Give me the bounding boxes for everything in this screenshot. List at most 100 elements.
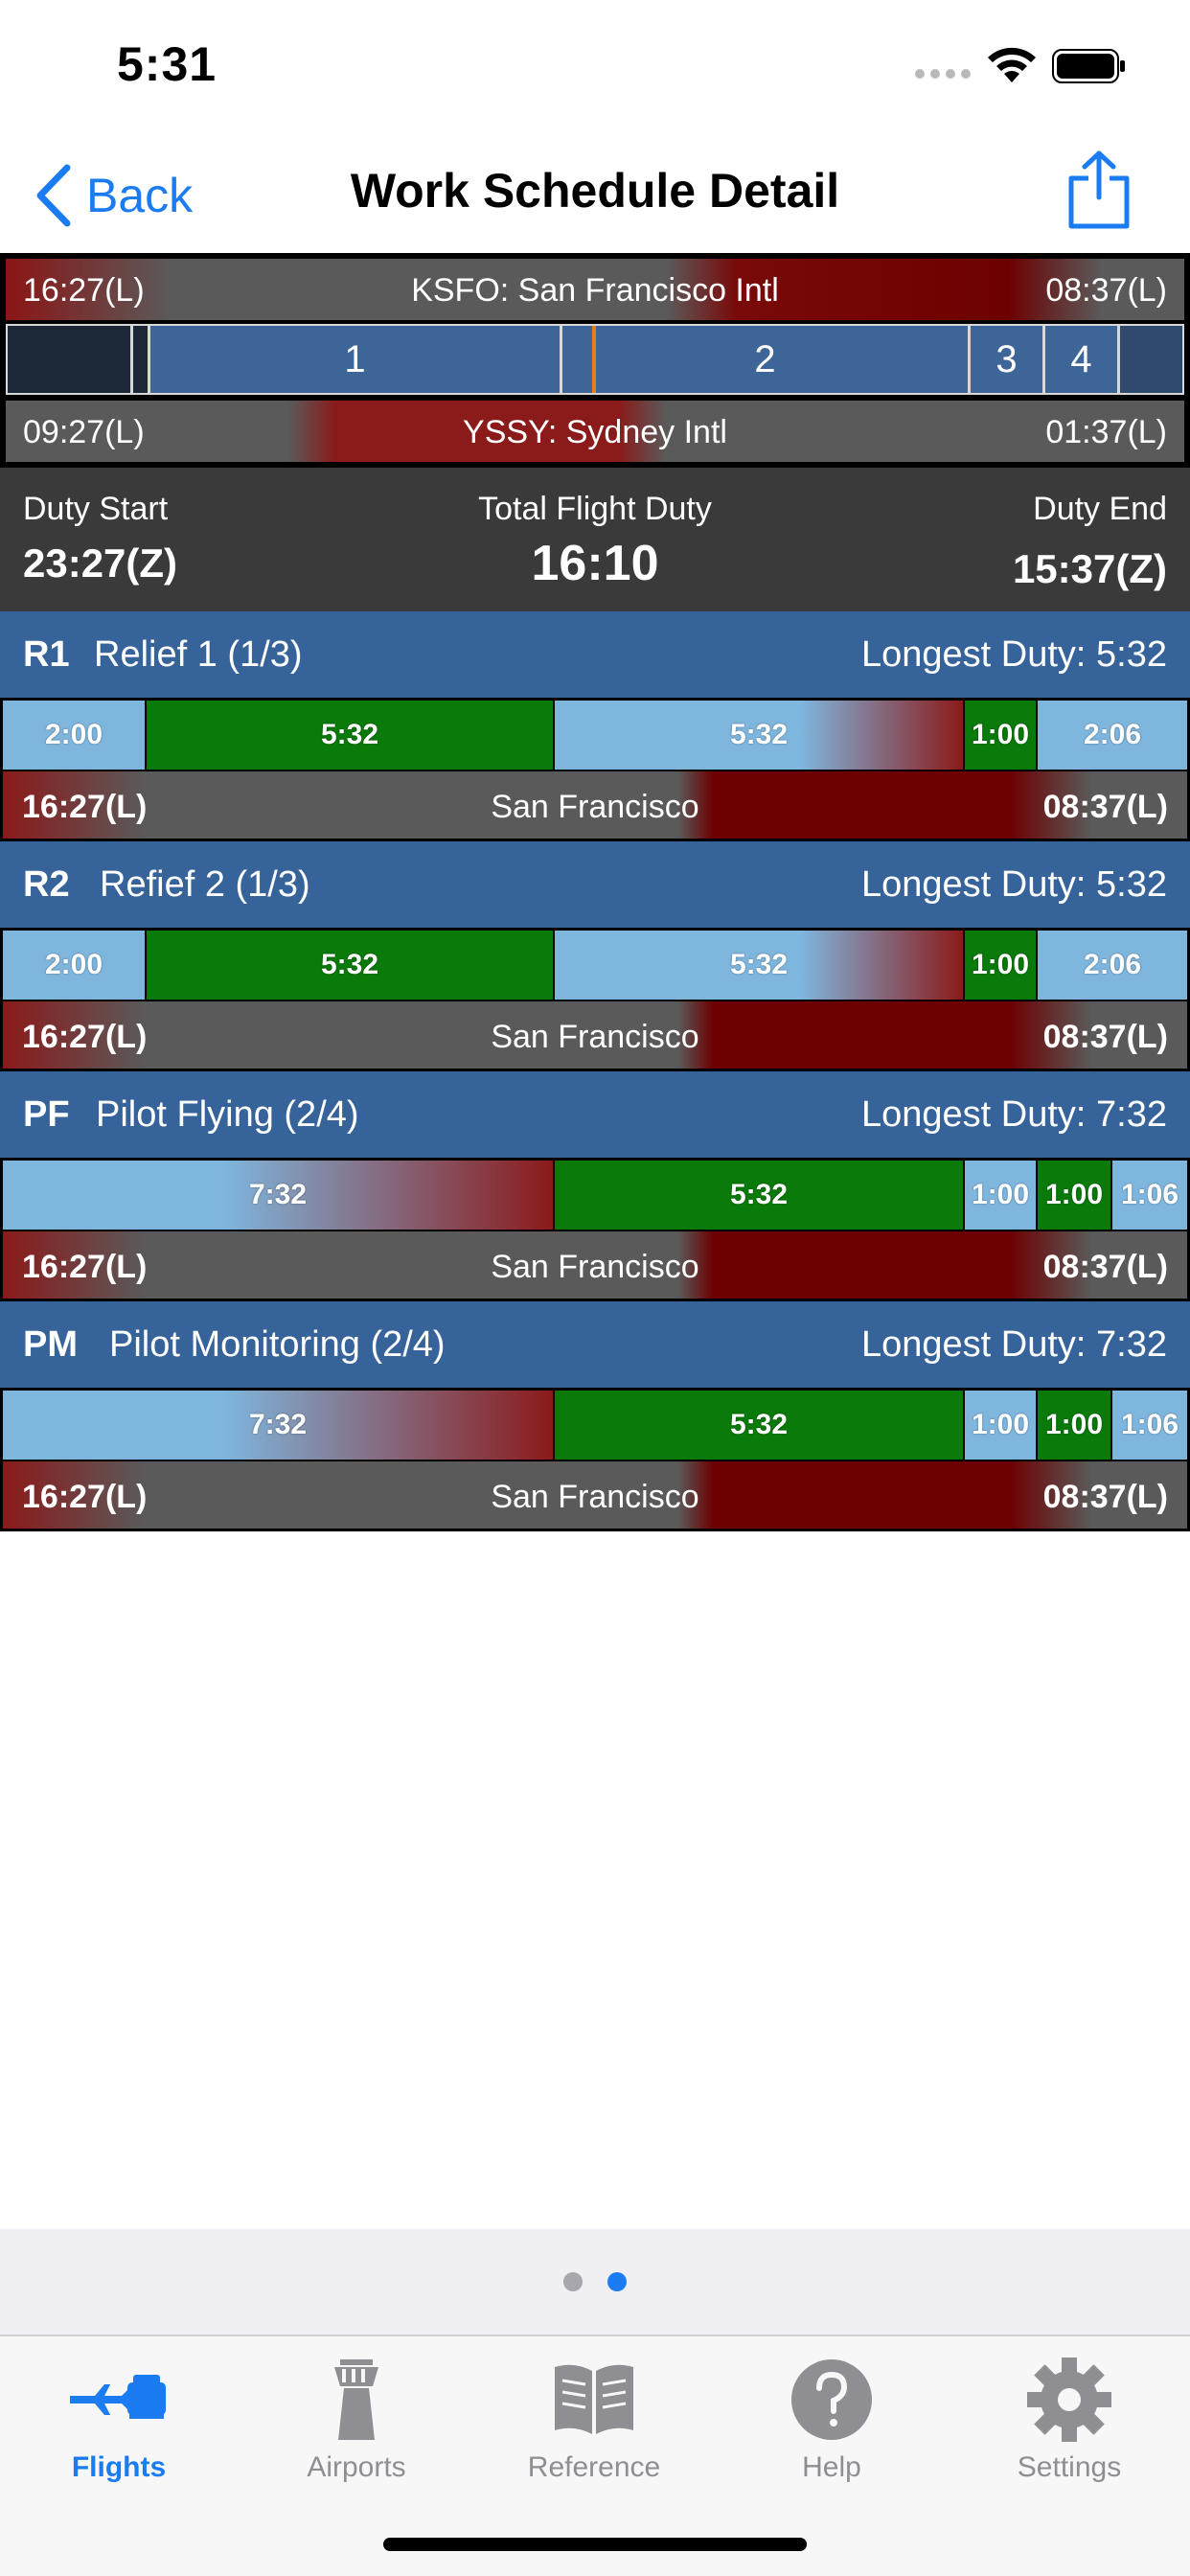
crew-code: R1 (23, 634, 70, 675)
tab-airports[interactable]: Airports (238, 2354, 475, 2497)
crew-segment: 1:00 (965, 931, 1038, 1000)
tab-flights[interactable]: Flights (0, 2354, 238, 2497)
origin-airport: KSFO: San Francisco Intl (411, 272, 779, 309)
crew-segment: 2:00 (3, 931, 147, 1000)
crew-header: R2 Refief 2 (1/3) Longest Duty: 5:32 (0, 841, 1190, 928)
crew-end-time: 08:37(L) (1042, 1479, 1168, 1515)
crew-segment: 5:32 (555, 701, 965, 770)
longest-duty: Longest Duty: 5:32 (861, 634, 1167, 675)
crew-section-r2[interactable]: R2 Refief 2 (1/3) Longest Duty: 5:32 2:0… (0, 841, 1190, 1071)
pre-duty-segment (8, 326, 130, 393)
destination-row: 09:27(L) YSSY: Sydney Intl 01:37(L) (6, 401, 1184, 462)
share-icon[interactable] (1065, 150, 1133, 230)
origin-row: 16:27(L) KSFO: San Francisco Intl 08:37(… (6, 259, 1184, 320)
crew-end-time: 08:37(L) (1042, 1249, 1168, 1285)
crew-location: San Francisco (491, 789, 699, 825)
crew-location: San Francisco (491, 1479, 699, 1515)
duty-end-label: Duty End (1033, 491, 1167, 527)
crew-segment: 1:00 (965, 1161, 1038, 1230)
tab-label: Settings (1017, 2451, 1122, 2483)
crew-segment: 1:06 (1112, 1161, 1187, 1230)
page-indicator[interactable] (0, 2229, 1190, 2334)
origin-end-time: 08:37(L) (1045, 272, 1167, 309)
crew-segment: 2:06 (1038, 931, 1187, 1000)
crew-section-pf[interactable]: PF Pilot Flying (2/4) Longest Duty: 7:32… (0, 1071, 1190, 1301)
crew-location-row: 16:27(L) San Francisco 08:37(L) (3, 771, 1187, 839)
rest-segment-1[interactable]: 1 (148, 326, 560, 393)
tab-reference[interactable]: Reference (475, 2354, 713, 2497)
tab-settings[interactable]: Settings (950, 2354, 1188, 2497)
tab-label: Help (802, 2451, 861, 2483)
crew-segment: 7:32 (3, 1161, 555, 1230)
tab-help[interactable]: Help (713, 2354, 950, 2497)
home-indicator (383, 2538, 807, 2551)
crew-name: Refief 2 (1/3) (100, 864, 310, 905)
crew-segment: 1:06 (1112, 1391, 1187, 1460)
crew-section-pm[interactable]: PM Pilot Monitoring (2/4) Longest Duty: … (0, 1301, 1190, 1531)
dest-end-time: 01:37(L) (1045, 414, 1167, 450)
flights-icon (70, 2375, 166, 2419)
crew-segment: 7:32 (3, 1391, 555, 1460)
crew-segments: 7:32 5:32 1:00 1:00 1:06 (3, 1161, 1187, 1230)
longest-duty: Longest Duty: 7:32 (861, 1094, 1167, 1135)
rest-segment-2[interactable]: 2 (560, 326, 968, 393)
crew-name: Pilot Monitoring (2/4) (109, 1324, 446, 1365)
rest-segments-bar: 1 2 3 4 (6, 324, 1184, 395)
tab-label: Airports (307, 2451, 406, 2483)
crew-code: PM (23, 1324, 78, 1365)
crew-name: Pilot Flying (2/4) (96, 1094, 359, 1135)
crew-duty-bar: 2:00 5:32 5:32 1:00 2:06 16:27(L) San Fr… (0, 698, 1190, 841)
longest-duty: Longest Duty: 7:32 (861, 1324, 1167, 1365)
navigation-bar: Back Work Schedule Detail (0, 144, 1190, 249)
crew-name: Relief 1 (1/3) (94, 634, 303, 675)
wifi-icon (988, 47, 1036, 82)
page-title: Work Schedule Detail (350, 164, 840, 218)
gear-icon (1027, 2358, 1111, 2442)
crew-section-r1[interactable]: R1 Relief 1 (1/3) Longest Duty: 5:32 2:0… (0, 611, 1190, 841)
segment-divider (130, 326, 148, 393)
total-flight-duty-value: 16:10 (531, 536, 659, 591)
rest-segment-4[interactable]: 4 (1042, 326, 1117, 393)
crew-segment: 1:00 (965, 701, 1038, 770)
crew-location-row: 16:27(L) San Francisco 08:37(L) (3, 1001, 1187, 1069)
crew-location-row: 16:27(L) San Francisco 08:37(L) (3, 1461, 1187, 1529)
crew-header: PF Pilot Flying (2/4) Longest Duty: 7:32 (0, 1071, 1190, 1158)
crew-segments: 2:00 5:32 5:32 1:00 2:06 (3, 701, 1187, 770)
crew-code: PF (23, 1094, 70, 1135)
crew-segment: 5:32 (555, 1161, 965, 1230)
duty-summary: Duty Start 23:27(Z) Total Flight Duty 16… (0, 468, 1190, 611)
dest-airport: YSSY: Sydney Intl (463, 414, 727, 450)
crew-segments: 7:32 5:32 1:00 1:00 1:06 (3, 1391, 1187, 1460)
crew-segment: 1:00 (1038, 1161, 1112, 1230)
crew-duty-bar: 7:32 5:32 1:00 1:00 1:06 16:27(L) San Fr… (0, 1158, 1190, 1301)
crew-duty-bar: 2:00 5:32 5:32 1:00 2:06 16:27(L) San Fr… (0, 928, 1190, 1071)
rest-segment-3[interactable]: 3 (968, 326, 1042, 393)
crew-duty-bar: 7:32 5:32 1:00 1:00 1:06 16:27(L) San Fr… (0, 1388, 1190, 1531)
tab-label: Flights (71, 2451, 167, 2483)
page-dot-2[interactable] (607, 2272, 627, 2291)
status-bar: 5:31 (0, 0, 1190, 125)
crew-code: R2 (23, 864, 70, 905)
crew-end-time: 08:37(L) (1042, 1019, 1168, 1055)
crew-segments: 2:00 5:32 5:32 1:00 2:06 (3, 931, 1187, 1000)
book-icon (555, 2364, 633, 2434)
current-time-marker (592, 326, 596, 393)
crew-end-time: 08:37(L) (1042, 789, 1168, 825)
post-duty-segment (1117, 326, 1182, 393)
battery-icon (1052, 49, 1125, 83)
crew-segment: 2:00 (3, 701, 147, 770)
crew-segment: 5:32 (147, 701, 555, 770)
page-dot-1[interactable] (563, 2272, 583, 2291)
crew-header: PM Pilot Monitoring (2/4) Longest Duty: … (0, 1301, 1190, 1388)
crew-segment: 5:32 (555, 931, 965, 1000)
crew-location: San Francisco (491, 1019, 699, 1055)
help-icon (791, 2359, 872, 2440)
flight-overview-timeline: 16:27(L) KSFO: San Francisco Intl 08:37(… (0, 253, 1190, 468)
crew-segment: 2:06 (1038, 701, 1187, 770)
longest-duty: Longest Duty: 5:32 (861, 864, 1167, 905)
duty-end-value: 15:37(Z) (1012, 546, 1167, 591)
crew-header: R1 Relief 1 (1/3) Longest Duty: 5:32 (0, 611, 1190, 698)
total-flight-duty-label: Total Flight Duty (478, 491, 712, 527)
airport-tower-icon (334, 2359, 378, 2440)
status-time: 5:31 (117, 37, 217, 91)
